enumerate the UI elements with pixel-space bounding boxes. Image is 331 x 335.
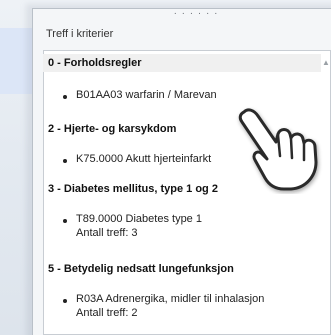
list-item[interactable]: B01AA03 warfarin / Marevan xyxy=(76,89,217,101)
hand-pointer-icon xyxy=(238,108,318,191)
category-header[interactable]: 0 - Forholdsregler xyxy=(43,54,321,72)
category-header[interactable]: 3 - Diabetes mellitus, type 1 og 2 xyxy=(48,183,218,195)
bullet-icon xyxy=(63,299,67,303)
category-header[interactable]: 5 - Betydelig nedsatt lungefunksjon xyxy=(48,263,234,275)
list-item[interactable]: K75.0000 Akutt hjerteinfarkt xyxy=(76,153,211,165)
category-header[interactable]: 2 - Hjerte- og karsykdom xyxy=(48,123,176,135)
bullet-icon xyxy=(63,159,67,163)
list-item[interactable]: T89.0000 Diabetes type 1 xyxy=(76,213,202,225)
bullet-icon xyxy=(63,219,67,223)
bullet-icon xyxy=(63,95,67,99)
panel-drag-grip[interactable]: · · · · · · xyxy=(148,9,244,19)
list-item[interactable]: R03A Adrenergika, midler til inhalasjon xyxy=(76,293,264,305)
hit-count: Antall treff: 2 xyxy=(76,307,138,319)
hit-count: Antall treff: 3 xyxy=(76,227,138,239)
scroll-up-arrow-icon[interactable]: ▲ xyxy=(322,58,330,67)
panel-title: Treff i kriterier xyxy=(46,28,114,40)
